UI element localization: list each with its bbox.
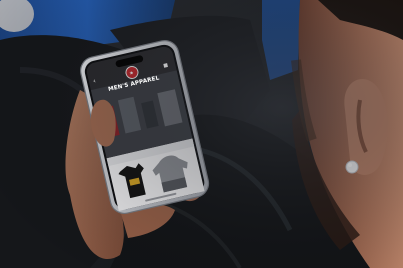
photo: ★ ‹ ■	[0, 0, 403, 268]
photo-scene: ★ ‹ ■	[0, 0, 403, 268]
